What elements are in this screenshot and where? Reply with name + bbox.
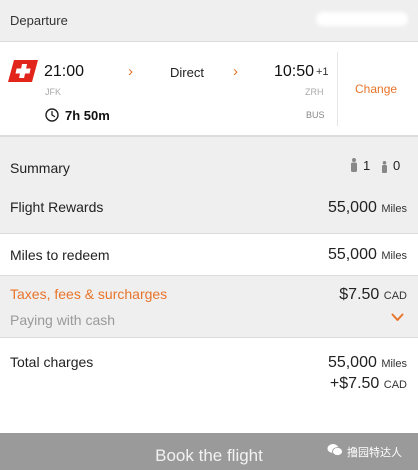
flight-rewards-title: Flight Rewards (10, 199, 104, 215)
taxes-row[interactable]: Taxes, fees & surcharges $7.50 CAD Payin… (0, 276, 418, 337)
total-cash-value: +$7.50 (329, 375, 380, 392)
adult-count: 1 (363, 158, 371, 173)
total-charges-title: Total charges (10, 354, 94, 370)
flight-card: 21:00 › Direct › 10:50 +1 JFK ZRH 7h 50m… (0, 42, 418, 136)
divider (337, 52, 338, 126)
chevron-down-icon[interactable] (391, 313, 404, 322)
total-cash-amount: +$7.50 CAD (330, 375, 407, 393)
day-offset: +1 (316, 66, 329, 78)
miles-to-redeem-row: Miles to redeem 55,000 Miles (0, 233, 418, 276)
taxes-currency: CAD (383, 290, 407, 302)
flight-duration: 7h 50m (65, 108, 110, 123)
origin-code: JFK (45, 87, 62, 97)
departure-header: Departure (0, 0, 418, 42)
departure-time: 21:00 (44, 63, 85, 80)
payment-method-label: Paying with cash (10, 312, 116, 328)
total-miles-value: 55,000 (327, 354, 377, 371)
total-cash-currency: CAD (383, 379, 407, 391)
flight-rewards-amount: 55,000 Miles (328, 199, 407, 217)
summary-row: Summary 1 0 (0, 136, 418, 183)
total-miles-unit: Miles (381, 358, 407, 370)
taxes-value: $7.50 (339, 286, 380, 303)
total-miles-amount: 55,000 Miles (328, 354, 407, 372)
redacted-info (316, 12, 408, 26)
flight-rewards-row: Flight Rewards 55,000 Miles (0, 183, 418, 233)
taxes-amount: $7.50 CAD (339, 286, 407, 304)
miles-to-redeem-amount: 55,000 Miles (328, 246, 407, 264)
child-passenger-icon (382, 161, 387, 173)
chevron-right-icon: › (233, 63, 238, 80)
wechat-icon (327, 444, 343, 456)
taxes-title: Taxes, fees & surcharges (10, 286, 168, 302)
watermark: 撸园特达人 (327, 441, 413, 461)
summary-title: Summary (10, 160, 70, 176)
child-count: 0 (393, 158, 401, 173)
swiss-flag-logo (8, 60, 38, 82)
arrival-time: 10:50 (274, 63, 315, 80)
clock-icon (45, 108, 59, 122)
watermark-text: 撸园特达人 (347, 446, 402, 459)
miles-to-redeem-title: Miles to redeem (10, 247, 110, 263)
section-title: Departure (10, 13, 68, 28)
change-flight-link[interactable]: Change (355, 82, 397, 96)
flight-rewards-unit: Miles (381, 203, 407, 215)
miles-to-redeem-unit: Miles (381, 250, 407, 262)
destination-code: ZRH (305, 87, 324, 97)
total-charges-row: Total charges 55,000 Miles +$7.50 CAD (0, 337, 418, 433)
adult-passenger-icon (351, 158, 357, 172)
miles-to-redeem-value: 55,000 (327, 246, 377, 263)
equipment-type: BUS (306, 110, 325, 120)
chevron-right-icon: › (128, 63, 133, 80)
flight-rewards-value: 55,000 (327, 199, 377, 216)
stops-label: Direct (170, 65, 204, 80)
